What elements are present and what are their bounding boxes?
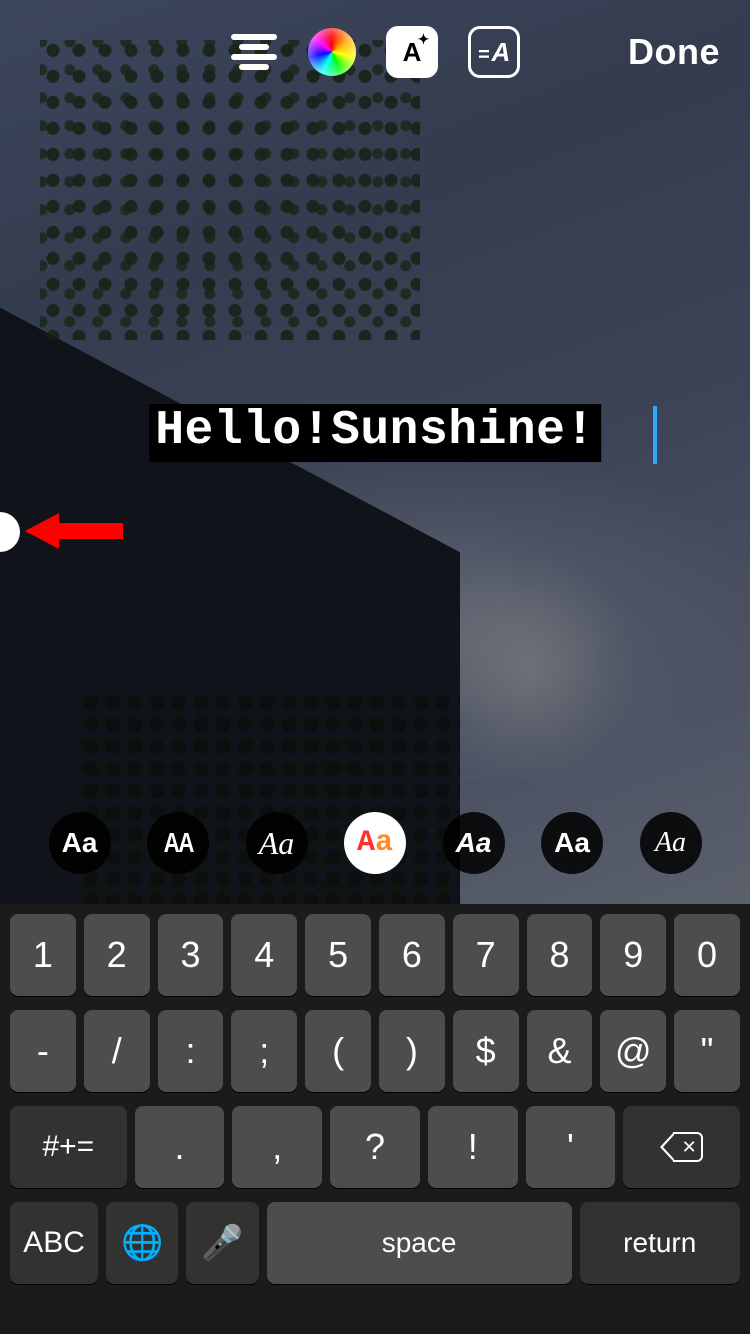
globe-icon: 🌐 [121,1223,163,1263]
key-5[interactable]: 5 [305,914,371,996]
key-1[interactable]: 1 [10,914,76,996]
key-dollar[interactable]: $ [453,1010,519,1092]
done-button[interactable]: Done [628,31,720,73]
key-apostrophe[interactable]: ' [526,1106,616,1188]
font-option-bold-italic[interactable]: Aa [443,812,505,874]
text-toolbar: A ✦ =A Done [0,22,750,82]
key-8[interactable]: 8 [527,914,593,996]
key-delete[interactable]: ✕ [623,1106,740,1188]
key-lparen[interactable]: ( [305,1010,371,1092]
key-question[interactable]: ? [330,1106,420,1188]
color-wheel-icon [308,28,356,76]
key-2[interactable]: 2 [84,914,150,996]
key-colon[interactable]: : [158,1010,224,1092]
mic-icon: 🎤 [201,1223,243,1263]
animation-a-icon: =A [478,37,510,68]
effects-a-icon: A ✦ [403,37,422,68]
annotation-arrow [25,513,123,549]
key-dictation[interactable]: 🎤 [186,1202,258,1284]
keyboard-row-1: 1 2 3 4 5 6 7 8 9 0 [6,914,744,996]
delete-icon: ✕ [661,1132,703,1162]
key-abc[interactable]: ABC [10,1202,98,1284]
font-option-serif-italic[interactable]: Aa [640,812,702,874]
key-6[interactable]: 6 [379,914,445,996]
key-globe[interactable]: 🌐 [106,1202,178,1284]
key-amp[interactable]: & [527,1010,593,1092]
key-semicolon[interactable]: ; [231,1010,297,1092]
text-cursor [653,406,657,464]
align-center-icon [231,34,277,70]
color-picker-button[interactable] [308,28,356,76]
key-space[interactable]: space [267,1202,572,1284]
font-option-condensed[interactable]: AA [147,812,209,874]
key-return[interactable]: return [580,1202,740,1284]
font-option-script[interactable]: Aa [246,812,308,874]
text-align-button[interactable] [230,28,278,76]
key-comma[interactable]: , [232,1106,322,1188]
keyboard-row-2: - / : ; ( ) $ & @ " [6,1010,744,1092]
key-3[interactable]: 3 [158,914,224,996]
font-option-classic[interactable]: Aa [49,812,111,874]
key-slash[interactable]: / [84,1010,150,1092]
text-animation-button[interactable]: =A [468,26,520,78]
key-exclaim[interactable]: ! [428,1106,518,1188]
key-9[interactable]: 9 [600,914,666,996]
key-rparen[interactable]: ) [379,1010,445,1092]
key-quote[interactable]: " [674,1010,740,1092]
font-option-rounded[interactable]: Aa [541,812,603,874]
story-text-editor-screen: A ✦ =A Done Hello!Sunshine! Aa AA Aa Aa … [0,0,750,1334]
ios-keyboard: 1 2 3 4 5 6 7 8 9 0 - / : ; ( ) $ & @ " … [0,904,750,1334]
font-style-selector: Aa AA Aa Aa Aa Aa Aa [0,812,750,874]
key-symbols-shift[interactable]: #+= [10,1106,127,1188]
text-effects-button[interactable]: A ✦ [386,26,438,78]
key-period[interactable]: . [135,1106,225,1188]
font-option-typewriter[interactable]: Aa [344,812,406,874]
key-at[interactable]: @ [600,1010,666,1092]
keyboard-row-3: #+= . , ? ! ' ✕ [6,1106,744,1188]
keyboard-row-4: ABC 🌐 🎤 space return [6,1202,744,1284]
sparkle-icon: ✦ [418,31,430,48]
key-4[interactable]: 4 [231,914,297,996]
story-text-input[interactable]: Hello!Sunshine! [149,404,601,462]
key-0[interactable]: 0 [674,914,740,996]
key-7[interactable]: 7 [453,914,519,996]
key-dash[interactable]: - [10,1010,76,1092]
